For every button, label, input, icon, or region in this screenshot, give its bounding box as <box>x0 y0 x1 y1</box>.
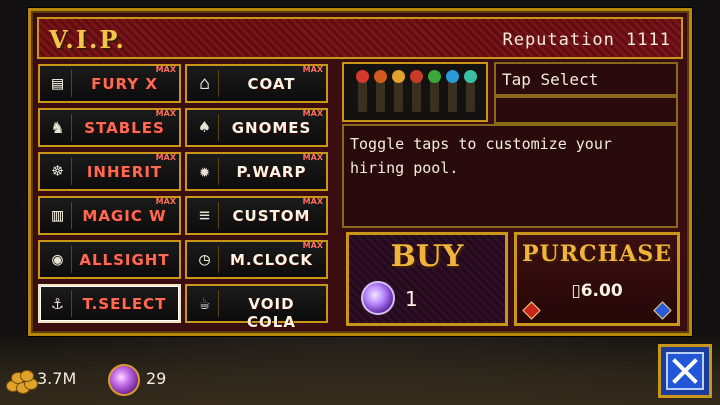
tap-handle-icon[interactable] <box>356 70 369 112</box>
tap-handle-icon[interactable] <box>392 70 405 112</box>
max-badge: MAX <box>155 197 176 206</box>
gem-icon <box>361 281 395 315</box>
upgrade-magic-w[interactable]: ▥ MAGIC W MAX <box>38 196 181 235</box>
coat-icon: ⌂ <box>191 70 219 97</box>
max-badge: MAX <box>302 65 323 74</box>
upgrade-fury-x[interactable]: ▤ FURY X MAX <box>38 64 181 103</box>
red-jewel-icon <box>522 301 541 320</box>
upgrade-p-warp[interactable]: ✹ P.WARP MAX <box>185 152 328 191</box>
upgrade-label: STABLES <box>84 119 165 137</box>
tap-knob-icon <box>392 70 405 83</box>
tap-icon: ⚓ <box>44 290 72 317</box>
upgrade-gnomes[interactable]: ♠ GNOMES MAX <box>185 108 328 147</box>
max-badge: MAX <box>155 109 176 118</box>
horse-icon: ♞ <box>44 114 72 141</box>
tap-knob-icon <box>446 70 459 83</box>
close-icon <box>666 352 704 390</box>
vip-header: V.I.P. Reputation 1111 <box>37 17 683 59</box>
max-badge: MAX <box>302 109 323 118</box>
upgrade-label: CUSTOM <box>232 207 311 225</box>
page-title: V.I.P. <box>49 25 126 54</box>
detail-title: Tap Select <box>502 70 599 89</box>
upgrade-label: T.SELECT <box>82 295 167 313</box>
upgrade-grid: ▤ FURY X MAX ⌂ COAT MAX ♞ STABLES MAX ♠ GNOMES MAX ☸… <box>38 64 332 331</box>
tap-handle-icon[interactable] <box>464 70 477 112</box>
upgrade-label: MAGIC W <box>82 207 167 225</box>
detail-subtitle-box <box>494 96 678 124</box>
upgrade-label: P.WARP <box>236 163 307 181</box>
purchase-button[interactable]: PURCHASE ▯6.00 <box>514 232 680 326</box>
tap-knob-icon <box>410 70 423 83</box>
upgrade-t-select[interactable]: ⚓ T.SELECT <box>38 284 181 323</box>
warp-icon: ✹ <box>191 158 219 185</box>
tap-handle-icon[interactable] <box>374 70 387 112</box>
max-badge: MAX <box>302 153 323 162</box>
upgrade-label: INHERIT <box>86 163 163 181</box>
clock-icon: ◷ <box>191 246 219 273</box>
tap-handle-icon[interactable] <box>410 70 423 112</box>
purchase-price: ▯6.00 <box>571 281 623 301</box>
tap-handle-icon[interactable] <box>428 70 441 112</box>
blue-jewel-icon <box>653 301 672 320</box>
gnome-icon: ♠ <box>191 114 219 141</box>
sliders-icon: ≡ <box>191 202 219 229</box>
upgrade-m-clock[interactable]: ◷ M.CLOCK MAX <box>185 240 328 279</box>
tap-knob-icon <box>374 70 387 83</box>
reputation-counter: Reputation 1111 <box>502 30 671 50</box>
max-badge: MAX <box>302 241 323 250</box>
buy-label: BUY <box>390 239 464 274</box>
upgrade-inherit[interactable]: ☸ INHERIT MAX <box>38 152 181 191</box>
magic-w-icon: ▥ <box>44 202 72 229</box>
mug-icon: ☕ <box>191 290 219 317</box>
upgrade-label: ALLSIGHT <box>79 251 170 269</box>
eye-icon: ◉ <box>44 246 72 273</box>
gold-pile-icon <box>6 368 38 394</box>
buy-button[interactable]: BUY 1 <box>346 232 508 326</box>
upgrade-coat[interactable]: ⌂ COAT MAX <box>185 64 328 103</box>
max-badge: MAX <box>155 65 176 74</box>
detail-title-box: Tap Select <box>494 62 678 96</box>
upgrade-label: M.CLOCK <box>229 251 314 269</box>
relic-gem-icon <box>108 364 140 396</box>
tap-knob-icon <box>428 70 441 83</box>
fury-x-icon: ▤ <box>44 70 72 97</box>
tap-handle-icon[interactable] <box>446 70 459 112</box>
purchase-label: PURCHASE <box>521 241 673 267</box>
upgrade-label: COAT <box>247 75 296 93</box>
gold-amount: 3.7M <box>37 369 77 388</box>
tap-knob-icon <box>464 70 477 83</box>
upgrade-custom[interactable]: ≡ CUSTOM MAX <box>185 196 328 235</box>
tap-knob-icon <box>356 70 369 83</box>
max-badge: MAX <box>155 153 176 162</box>
close-button[interactable] <box>658 344 712 398</box>
upgrade-stables[interactable]: ♞ STABLES MAX <box>38 108 181 147</box>
detail-description: Toggle taps to customize your hiring poo… <box>350 135 612 177</box>
inherit-icon: ☸ <box>44 158 72 185</box>
upgrade-label: FURY X <box>91 75 158 93</box>
upgrade-allsight[interactable]: ◉ ALLSIGHT <box>38 240 181 279</box>
upgrade-label: GNOMES <box>231 119 312 137</box>
relic-amount: 29 <box>146 369 167 388</box>
background-floor <box>0 330 720 405</box>
detail-description-box: Toggle taps to customize your hiring poo… <box>342 124 678 228</box>
buy-gem-cost: 1 <box>405 287 418 311</box>
upgrade-label: VOID COLA <box>247 295 296 331</box>
max-badge: MAX <box>302 197 323 206</box>
tap-preview <box>342 62 488 122</box>
upgrade-void-cola[interactable]: ☕ VOID COLA <box>185 284 328 331</box>
